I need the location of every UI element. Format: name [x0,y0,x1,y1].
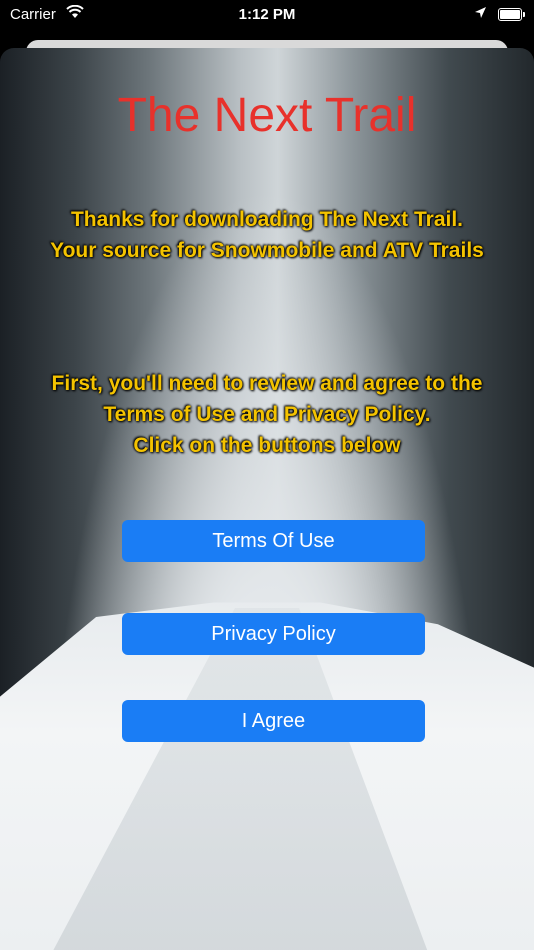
terms-of-use-button[interactable]: Terms Of Use [122,520,425,562]
clock: 1:12 PM [238,6,296,23]
privacy-policy-button[interactable]: Privacy Policy [122,613,425,655]
intro-text: Thanks for downloading The Next Trail. Y… [50,208,484,262]
instructions-text: First, you'll need to review and agree t… [51,372,483,457]
modal-sheet: The Next Trail Thanks for downloading Th… [0,48,534,950]
status-bar: Carrier 1:12 PM [0,0,534,34]
agree-button[interactable]: I Agree [122,700,425,742]
location-arrow-icon [475,7,486,18]
battery-icon [498,8,525,21]
app-title: The Next Trail [117,89,417,142]
